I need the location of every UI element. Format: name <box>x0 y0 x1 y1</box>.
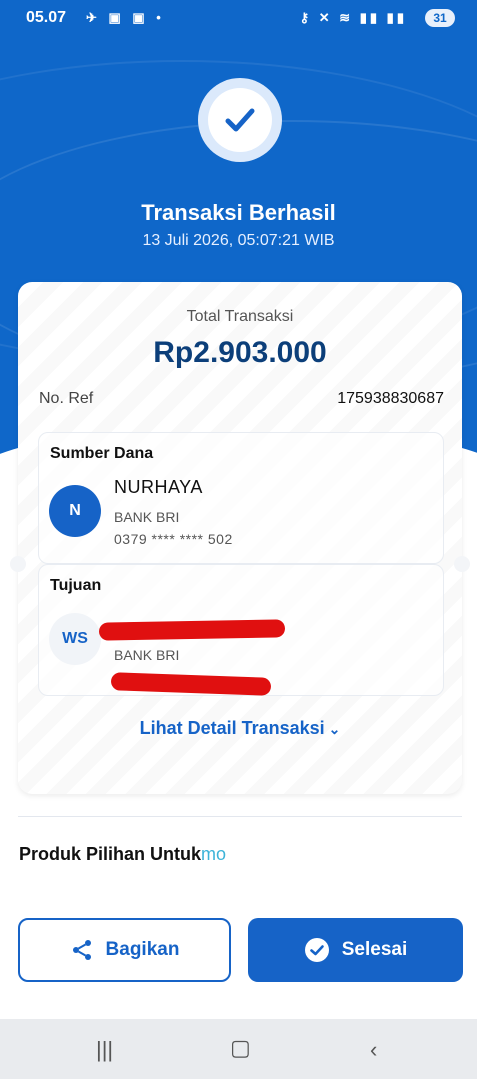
status-time: 05.07 <box>26 9 67 26</box>
destination-title: Tujuan <box>50 577 102 594</box>
recommended-products-label: Produk Pilihan Untuk <box>19 844 202 864</box>
back-icon[interactable]: ‹ <box>370 1037 377 1063</box>
share-icon <box>70 938 94 962</box>
total-amount: Rp2.903.000 <box>153 336 327 369</box>
notification-icons: ✈ ▣ ▣ • <box>86 10 165 25</box>
check-circle-icon <box>304 937 330 963</box>
destination-avatar: WS <box>49 613 101 665</box>
ref-label: No. Ref <box>39 390 94 407</box>
share-button[interactable]: Bagikan <box>18 918 231 982</box>
ticket-notch <box>10 556 26 572</box>
success-title: Transaksi Berhasil <box>141 200 336 225</box>
section-divider <box>18 816 462 817</box>
redaction-mark <box>98 619 286 641</box>
home-icon[interactable]: ▢ <box>230 1035 251 1061</box>
view-transaction-detail-link[interactable]: Lihat Detail Transaksi ⌄ <box>18 718 462 739</box>
share-button-label: Bagikan <box>105 939 180 960</box>
receipt-card: Total Transaksi Rp2.903.000 No. Ref 1759… <box>18 282 462 794</box>
chevron-down-icon: ⌄ <box>328 721 341 737</box>
transaction-datetime: 13 Juli 2026, 05:07:21 WIB <box>142 232 335 249</box>
recommended-products-title: Produk Pilihan Untukmo <box>19 844 226 865</box>
success-check-badge <box>198 78 282 162</box>
destination-box: Tujuan WS BANK BRI <box>38 564 444 696</box>
source-title: Sumber Dana <box>50 445 154 462</box>
destination-bank: BANK BRI <box>114 647 180 663</box>
source-account: 0379 **** **** 502 <box>114 531 233 547</box>
ticket-notch <box>454 556 470 572</box>
source-name: NURHAYA <box>114 477 203 497</box>
source-of-funds-box: Sumber Dana N NURHAYA BANK BRI 0379 ****… <box>38 432 444 564</box>
android-navigation-bar: ||| ▢ ‹ <box>0 1019 477 1079</box>
source-avatar: N <box>49 485 101 537</box>
status-bar: 05.07 ✈ ▣ ▣ • ⚷ ✕ ≋ ▮▮ ▮▮ 31 <box>0 0 477 36</box>
battery-icon: 31 <box>425 9 455 27</box>
checkmark-icon <box>225 108 255 132</box>
done-button-label: Selesai <box>341 939 408 960</box>
source-bank: BANK BRI <box>114 509 180 525</box>
detail-link-label: Lihat Detail Transaksi <box>139 718 325 738</box>
brand-logo: mo <box>201 844 227 864</box>
recent-apps-icon[interactable]: ||| <box>96 1037 113 1063</box>
total-label: Total Transaksi <box>186 308 294 325</box>
ref-value: 175938830687 <box>337 390 444 407</box>
redaction-mark <box>110 672 272 696</box>
done-button[interactable]: Selesai <box>248 918 463 982</box>
system-status-icons: ⚷ ✕ ≋ ▮▮ ▮▮ <box>299 10 407 25</box>
